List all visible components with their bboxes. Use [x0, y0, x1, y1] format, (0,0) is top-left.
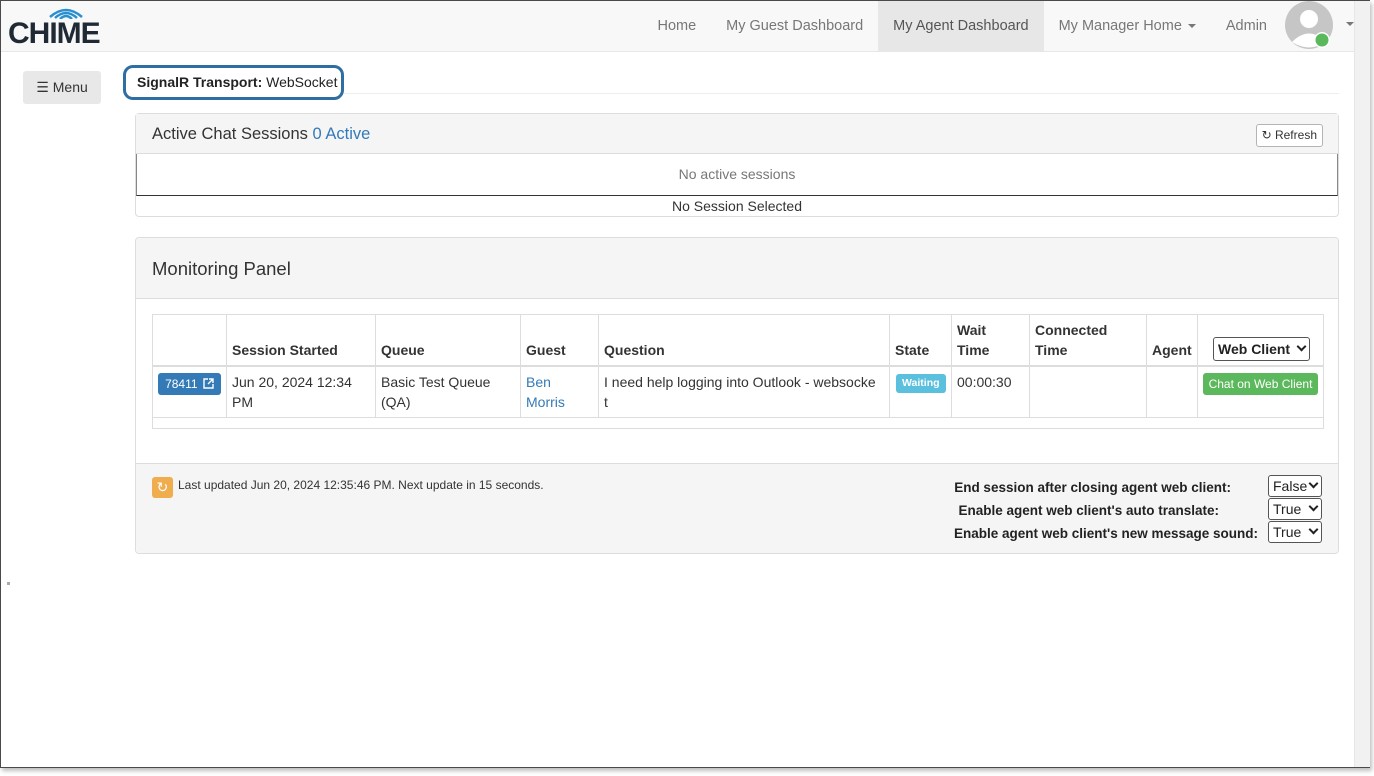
guest-line1: Ben	[526, 374, 551, 390]
nav-admin-label: Admin	[1225, 18, 1267, 34]
active-sessions-panel: Active Chat Sessions 0 Active ↻ Refresh …	[135, 113, 1339, 217]
last-updated-text: Last updated Jun 20, 2024 12:35:46 PM. N…	[178, 478, 544, 492]
sync-icon[interactable]: ↻	[152, 477, 173, 498]
web-client-select-value: Web Client	[1218, 341, 1291, 357]
question-line2: t	[604, 394, 608, 410]
chime-logo[interactable]: CHIME	[8, 5, 113, 49]
nav-agent-dashboard[interactable]: My Agent Dashboard	[878, 1, 1044, 51]
refresh-button-label: Refresh	[1274, 128, 1317, 142]
nav-guest-dashboard[interactable]: My Guest Dashboard	[711, 1, 878, 51]
nav-manager-home-label: My Manager Home	[1058, 18, 1182, 34]
logo-text: CHIME	[8, 17, 101, 50]
queue-line1: Basic Test Queue	[381, 374, 491, 390]
caret-down-icon	[1187, 24, 1196, 29]
active-sessions-header: Active Chat Sessions 0 Active ↻ Refresh	[136, 114, 1338, 154]
col-connected-line2: Time	[1035, 342, 1068, 358]
menu-button[interactable]: ☰ Menu	[23, 71, 101, 104]
browser-frame: CHIME Home My Guest Dashboard My Agent D…	[0, 0, 1370, 768]
avatar-icon	[1285, 1, 1333, 49]
col-connected-time[interactable]: Connected Time	[1035, 320, 1107, 360]
external-link-icon	[203, 378, 214, 389]
refresh-button[interactable]: ↻ Refresh	[1255, 124, 1323, 147]
message-sound-option-label: Enable agent web client's new message so…	[953, 526, 1258, 541]
nav-home-label: Home	[657, 18, 697, 34]
active-sessions-title-text: Active Chat Sessions	[152, 125, 308, 143]
no-session-selected-message: No Session Selected	[672, 198, 802, 214]
top-navbar: CHIME Home My Guest Dashboard My Agent D…	[1, 1, 1354, 52]
user-menu[interactable]	[1282, 1, 1354, 51]
chevron-down-icon	[1308, 524, 1319, 535]
guest-line2: Morris	[526, 394, 565, 410]
status-badge: Waiting	[896, 374, 946, 393]
monitoring-table: Session Started Queue Guest Question Sta…	[152, 314, 1324, 429]
col-connected-line1: Connected	[1035, 322, 1108, 338]
session-started-cell: Jun 20, 2024 12:34 PM	[232, 372, 352, 412]
chevron-down-icon	[1296, 341, 1307, 352]
session-id: 78411	[165, 377, 198, 391]
message-sound-select[interactable]: True	[1268, 521, 1322, 543]
menu-button-label: Menu	[52, 79, 88, 95]
row-divider	[153, 417, 1323, 418]
question-cell: I need help logging into Outlook - webso…	[604, 372, 876, 412]
active-count: 0 Active	[312, 125, 371, 143]
col-wait-time-line2: Time	[957, 342, 990, 358]
nav-manager-home[interactable]: My Manager Home	[1044, 1, 1211, 51]
col-agent[interactable]: Agent	[1152, 340, 1192, 360]
nav-home[interactable]: Home	[642, 1, 711, 51]
auto-translate-select[interactable]: True	[1268, 498, 1322, 520]
queue-line2: (QA)	[381, 394, 411, 410]
monitoring-panel: Monitoring Panel Session Started Queue G…	[135, 237, 1339, 554]
col-queue[interactable]: Queue	[381, 340, 425, 360]
end-session-select-value: False	[1273, 478, 1308, 494]
end-session-option-label: End session after closing agent web clie…	[954, 480, 1231, 495]
col-wait-time[interactable]: Wait Time	[957, 320, 989, 360]
nav-guest-dashboard-label: My Guest Dashboard	[726, 18, 864, 34]
web-client-select[interactable]: Web Client	[1213, 337, 1310, 361]
monitoring-header: Monitoring Panel	[136, 238, 1338, 299]
signalr-label: SignalR Transport:	[137, 74, 263, 90]
col-wait-time-line1: Wait	[957, 322, 987, 338]
message-sound-select-value: True	[1273, 524, 1302, 540]
wait-time-cell: 00:00:30	[957, 374, 1012, 390]
col-state[interactable]: State	[895, 340, 929, 360]
active-sessions-title: Active Chat Sessions 0 Active	[152, 125, 370, 144]
queue-cell: Basic Test Queue (QA)	[381, 372, 490, 412]
chevron-down-icon	[1346, 22, 1354, 26]
hamburger-icon: ☰	[36, 79, 49, 95]
signalr-transport: SignalR Transport: WebSocket	[123, 65, 344, 100]
col-question[interactable]: Question	[604, 340, 665, 360]
monitoring-title: Monitoring Panel	[152, 258, 291, 279]
session-id-button[interactable]: 78411	[158, 373, 221, 395]
nav-agent-dashboard-label: My Agent Dashboard	[893, 18, 1029, 34]
auto-translate-select-value: True	[1273, 501, 1302, 517]
nav-menu: Home My Guest Dashboard My Agent Dashboa…	[642, 1, 1354, 51]
header-divider	[153, 365, 1323, 367]
session-started-line1: Jun 20, 2024 12:34	[232, 374, 352, 390]
divider	[344, 93, 1339, 94]
resize-artifact	[7, 582, 10, 585]
chevron-down-icon	[1308, 501, 1319, 512]
session-started-line2: PM	[232, 394, 253, 410]
chat-on-web-client-button[interactable]: Chat on Web Client	[1203, 373, 1318, 395]
chevron-down-icon	[1308, 478, 1319, 489]
question-line1: I need help logging into Outlook - webso…	[604, 374, 876, 390]
auto-translate-option-label: Enable agent web client's auto translate…	[958, 503, 1219, 518]
col-guest[interactable]: Guest	[526, 340, 566, 360]
vertical-scrollbar[interactable]	[1354, 1, 1370, 767]
monitoring-footer: ↻ Last updated Jun 20, 2024 12:35:46 PM.…	[136, 463, 1338, 553]
refresh-icon: ↻	[1261, 128, 1272, 142]
signalr-value: WebSocket	[266, 74, 338, 90]
nav-admin[interactable]: Admin	[1211, 1, 1282, 51]
guest-link[interactable]: Ben Morris	[526, 372, 565, 412]
end-session-select[interactable]: False	[1268, 475, 1322, 497]
col-session-started[interactable]: Session Started	[232, 340, 338, 360]
no-active-sessions-message: No active sessions	[136, 154, 1338, 196]
